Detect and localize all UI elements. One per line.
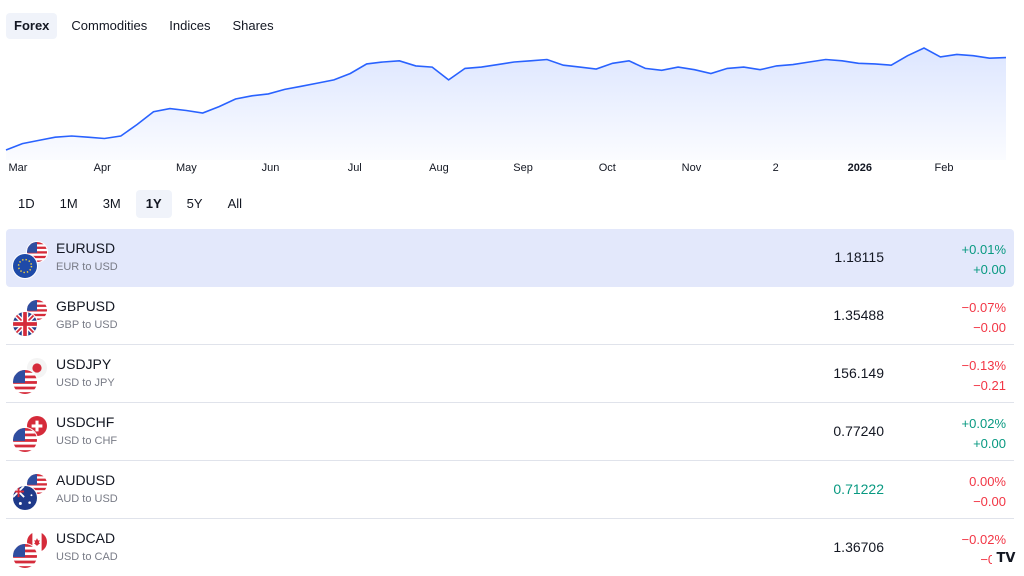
symbol-description: AUD to USD: [56, 493, 118, 505]
currency-pair-flags: [12, 299, 50, 337]
eu-flag-icon: [12, 253, 38, 279]
chart-area-fill: [6, 48, 1006, 160]
range-1d[interactable]: 1D: [8, 190, 45, 218]
last-price: 1.35488: [833, 307, 884, 323]
tab-indices[interactable]: Indices: [161, 13, 218, 39]
tradingview-logo[interactable]: TV: [992, 548, 1020, 570]
change-percent: 0.00%: [969, 474, 1006, 489]
price-change: 0.00% −0.00: [969, 472, 1006, 512]
last-price: 156.149: [833, 365, 884, 381]
range-1y[interactable]: 1Y: [135, 190, 172, 218]
price-change: −0.07% −0.00: [962, 298, 1006, 338]
symbol-row-audusd[interactable]: AUDUSD AUD to USD 0.71222 0.00% −0.00: [6, 461, 1014, 519]
symbol-description: USD to CHF: [56, 435, 118, 447]
symbol-name: EURUSD: [56, 240, 116, 256]
change-absolute: −0.21: [973, 378, 1006, 393]
x-tick-label: Apr: [93, 162, 111, 174]
change-percent: −0.07%: [961, 300, 1006, 315]
x-tick-label: Jul: [347, 162, 362, 174]
change-absolute: −0.00: [973, 320, 1006, 335]
symbol-row-usdjpy[interactable]: USDJPY USD to JPY 156.149 −0.13% −0.21: [6, 345, 1014, 403]
change-absolute: −0.00: [973, 494, 1006, 509]
symbol-description: USD to JPY: [56, 377, 115, 389]
x-tick-label: Nov: [681, 162, 702, 174]
change-percent: −0.13%: [961, 358, 1006, 373]
change-percent: −0.02%: [961, 532, 1006, 547]
symbol-list: EURUSD EUR to USD 1.18115 +0.01% +0.00 GBPUSD…: [6, 229, 1014, 576]
price-chart: Mar Apr May Jun Jul Aug Sep Oct Nov 2 2026 Feb: [0, 40, 1024, 180]
symbol-row-gbpusd[interactable]: GBPUSD GBP to USD 1.35488 −0.07% −0.00: [6, 287, 1014, 345]
symbol-description: EUR to USD: [56, 261, 118, 273]
x-tick-label: Aug: [429, 162, 449, 174]
price-change: +0.01% +0.00: [962, 240, 1006, 280]
tab-forex[interactable]: Forex: [6, 13, 58, 39]
x-tick-label: Feb: [934, 162, 954, 174]
range-3m[interactable]: 3M: [93, 190, 131, 218]
x-tick-label: May: [175, 162, 197, 174]
us-flag-icon: [12, 427, 38, 453]
tab-commodities[interactable]: Commodities: [63, 13, 155, 39]
x-tick-label: Jun: [261, 162, 280, 174]
change-absolute: +0.00: [973, 436, 1006, 451]
x-tick-label: Oct: [598, 162, 616, 174]
symbol-name: GBPUSD: [56, 298, 116, 314]
symbol-row-usdcad[interactable]: USDCADUSD to CAD1.36706−0.02%−0.0: [6, 519, 1014, 576]
x-tick-label: Mar: [8, 162, 28, 174]
symbol-row-eurusd[interactable]: EURUSD EUR to USD 1.18115 +0.01% +0.00: [6, 229, 1014, 287]
symbol-name: USDCHF: [56, 414, 115, 430]
chart-plot: [5, 47, 1007, 160]
change-percent: +0.02%: [961, 416, 1006, 431]
australia-flag-icon: [12, 485, 38, 511]
x-tick-label: 2: [772, 162, 779, 174]
tab-shares[interactable]: Shares: [224, 13, 281, 39]
symbol-description: GBP to USD: [56, 319, 118, 331]
symbol-name: AUDUSD: [56, 472, 116, 488]
market-tabs: Forex Commodities Indices Shares: [6, 13, 288, 39]
us-flag-icon: [12, 543, 38, 569]
last-price: 0.71222: [833, 481, 884, 497]
symbol-name: USDCAD: [56, 530, 116, 546]
change-percent: +0.01%: [961, 242, 1006, 257]
symbol-name: USDJPY: [56, 356, 112, 372]
uk-flag-icon: [12, 311, 38, 337]
time-range-selector: 1D 1M 3M 1Y 5Y All: [8, 190, 257, 218]
symbol-row-usdchf[interactable]: USDCHF USD to CHF 0.77240 +0.02% +0.00: [6, 403, 1014, 461]
symbol-description: USD to CAD: [56, 551, 118, 563]
currency-pair-flags: [12, 531, 50, 569]
range-1m[interactable]: 1M: [50, 190, 88, 218]
currency-pair-flags: [12, 473, 50, 511]
range-all[interactable]: All: [218, 190, 252, 218]
currency-pair-flags: [12, 415, 50, 453]
last-price: 1.18115: [834, 249, 884, 265]
last-price: 0.77240: [833, 423, 884, 439]
currency-pair-flags: [12, 241, 50, 279]
us-flag-icon: [12, 369, 38, 395]
range-5y[interactable]: 5Y: [177, 190, 213, 218]
price-change: +0.02% +0.00: [962, 414, 1006, 454]
change-absolute: +0.00: [973, 262, 1006, 277]
price-change: −0.13% −0.21: [962, 356, 1006, 396]
x-tick-label: Sep: [513, 162, 533, 174]
currency-pair-flags: [12, 357, 50, 395]
last-price: 1.36706: [833, 539, 884, 555]
x-tick-label: 2026: [847, 162, 873, 174]
